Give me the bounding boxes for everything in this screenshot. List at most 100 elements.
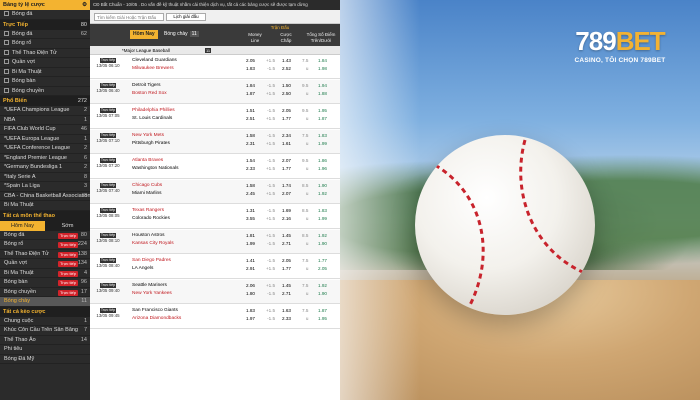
handicap-line-odds[interactable]: -1.5 <box>266 132 275 140</box>
schedule-button[interactable]: Lịch giải đấu <box>166 13 206 21</box>
handicap-odds[interactable]: 2.07 <box>282 157 291 165</box>
money-line-odds[interactable]: 2.05 <box>246 57 255 65</box>
gear-icon[interactable]: ⚙ <box>82 0 87 10</box>
money-line-odds[interactable]: 1.41 <box>246 257 255 265</box>
sidebar-item[interactable]: *Germany Bundesliga 1 2 <box>0 163 90 173</box>
total-line-odds[interactable]: 7.5 <box>302 282 308 290</box>
handicap-odds[interactable]: 1.43 <box>282 57 291 65</box>
league-row[interactable]: *Major League Baseball 11 <box>90 46 340 55</box>
handicap-odds[interactable]: 1.74 <box>282 182 291 190</box>
money-line-odds[interactable]: 2.51 <box>246 115 255 123</box>
total-odds[interactable]: 2.05 <box>318 265 327 273</box>
handicap-line-odds[interactable]: +1.5 <box>266 265 275 273</box>
checkbox[interactable] <box>4 78 9 84</box>
sidebar-header[interactable]: Bảng tỷ lệ cược ⚙ <box>0 0 90 10</box>
total-line-odds[interactable]: u <box>302 165 309 173</box>
sidebar-item[interactable]: Quần vợt Trực tiếp 134 <box>0 259 90 269</box>
sidebar-item[interactable]: Bóng đá 62 <box>0 30 90 39</box>
handicap-line-odds[interactable]: +1.5 <box>266 90 275 98</box>
handicap-odds[interactable]: 2.52 <box>282 65 291 73</box>
handicap-line-odds[interactable]: -1.5 <box>266 240 275 248</box>
total-odds[interactable]: 1.92 <box>318 190 327 198</box>
sidebar-item[interactable]: Bóng bàn <box>0 77 90 87</box>
total-odds[interactable]: 1.90 <box>318 290 327 298</box>
checkbox[interactable] <box>4 40 9 46</box>
checkbox[interactable] <box>4 30 9 36</box>
handicap-line-odds[interactable]: -1.5 <box>266 82 275 90</box>
tab-early[interactable]: Sớm <box>45 221 90 231</box>
handicap-odds[interactable]: 2.16 <box>282 215 291 223</box>
total-line-odds[interactable]: u <box>302 65 309 73</box>
sidebar-item[interactable]: FIFA Club World Cup 46 <box>0 125 90 135</box>
money-line-odds[interactable]: 1.83 <box>246 307 255 315</box>
total-line-odds[interactable]: u <box>302 215 309 223</box>
handicap-line-odds[interactable]: +1.5 <box>266 57 275 65</box>
sidebar-item[interactable]: Bóng Đá Mỹ <box>0 355 90 364</box>
sidebar-item[interactable]: Bóng rổ <box>0 39 90 49</box>
handicap-odds[interactable]: 2.07 <box>282 190 291 198</box>
total-odds[interactable]: 1.90 <box>318 240 327 248</box>
money-line-odds[interactable]: 2.31 <box>246 140 255 148</box>
total-line-odds[interactable]: 9.5 <box>302 107 308 115</box>
total-odds[interactable]: 1.83 <box>318 132 327 140</box>
sidebar-item[interactable]: *UEFA Champions League 2 <box>0 106 90 116</box>
total-line-odds[interactable]: 9.5 <box>302 82 308 90</box>
money-line-odds[interactable]: 1.58 <box>246 182 255 190</box>
handicap-line-odds[interactable]: -1.5 <box>266 315 275 323</box>
total-line-odds[interactable]: 7.5 <box>302 132 308 140</box>
sidebar-item[interactable]: *Spain La Liga 3 <box>0 182 90 192</box>
sidebar-item[interactable]: Bóng rổ Trực tiếp 224 <box>0 240 90 250</box>
sidebar-item[interactable]: Bi Ma Thuật Trực tiếp 4 <box>0 269 90 278</box>
search-input[interactable] <box>94 13 164 21</box>
sidebar-item[interactable]: Bóng chày 11 <box>0 297 90 307</box>
money-line-odds[interactable]: 1.54 <box>246 157 255 165</box>
total-odds[interactable]: 1.87 <box>318 115 327 123</box>
total-line-odds[interactable]: u <box>302 290 309 298</box>
checkbox[interactable] <box>4 59 9 65</box>
handicap-odds[interactable]: 1.63 <box>282 307 291 315</box>
total-odds[interactable]: 1.92 <box>318 232 327 240</box>
handicap-odds[interactable]: 1.50 <box>282 82 291 90</box>
money-line-odds[interactable]: 2.45 <box>246 190 255 198</box>
money-line-odds[interactable]: 3.55 <box>246 215 255 223</box>
sidebar-item[interactable]: Phi tiêu <box>0 345 90 355</box>
total-odds[interactable]: 1.99 <box>318 215 327 223</box>
handicap-line-odds[interactable]: +1.5 <box>266 282 275 290</box>
handicap-line-odds[interactable]: -1.5 <box>266 65 275 73</box>
handicap-line-odds[interactable]: -1.5 <box>266 207 275 215</box>
sidebar-item[interactable]: CBA - China Basketball Association 8 <box>0 192 90 201</box>
checkbox[interactable] <box>4 87 9 93</box>
money-line-odds[interactable]: 1.83 <box>246 65 255 73</box>
tab-today[interactable]: Hôm Nay <box>0 220 45 231</box>
sidebar-item[interactable]: Thể Thao Điện Tử <box>0 49 90 58</box>
handicap-odds[interactable]: 2.50 <box>282 90 291 98</box>
money-line-odds[interactable]: 1.81 <box>246 232 255 240</box>
total-line-odds[interactable]: u <box>302 115 309 123</box>
checkbox[interactable] <box>4 68 9 74</box>
total-line-odds[interactable]: 8.5 <box>302 182 308 190</box>
total-odds[interactable]: 1.84 <box>318 57 327 65</box>
total-odds[interactable]: 1.90 <box>318 182 327 190</box>
sidebar-fav-item[interactable]: Bóng đá <box>0 10 90 20</box>
handicap-odds[interactable]: 1.77 <box>282 265 291 273</box>
money-line-odds[interactable]: 2.33 <box>246 165 255 173</box>
money-line-odds[interactable]: 1.58 <box>246 132 255 140</box>
total-line-odds[interactable]: u <box>302 140 309 148</box>
money-line-odds[interactable]: 1.80 <box>246 290 255 298</box>
handicap-line-odds[interactable]: +1.5 <box>266 307 275 315</box>
sidebar-item[interactable]: Bóng chuyền Trực tiếp 17 <box>0 288 90 297</box>
total-line-odds[interactable]: u <box>302 265 309 273</box>
checkbox[interactable] <box>4 49 9 55</box>
total-odds[interactable]: 1.87 <box>318 307 327 315</box>
handicap-line-odds[interactable]: +1.5 <box>266 140 275 148</box>
handicap-odds[interactable]: 2.05 <box>282 257 291 265</box>
total-line-odds[interactable]: 8.5 <box>302 207 308 215</box>
handicap-odds[interactable]: 2.34 <box>282 132 291 140</box>
handicap-line-odds[interactable]: +1.5 <box>266 232 275 240</box>
total-odds[interactable]: 1.98 <box>318 65 327 73</box>
handicap-line-odds[interactable]: +1.5 <box>266 190 275 198</box>
total-line-odds[interactable]: 9.5 <box>302 157 308 165</box>
money-line-odds[interactable]: 1.31 <box>246 207 255 215</box>
sidebar-item[interactable]: *Italy Serie A 8 <box>0 173 90 182</box>
total-odds[interactable]: 1.92 <box>318 282 327 290</box>
